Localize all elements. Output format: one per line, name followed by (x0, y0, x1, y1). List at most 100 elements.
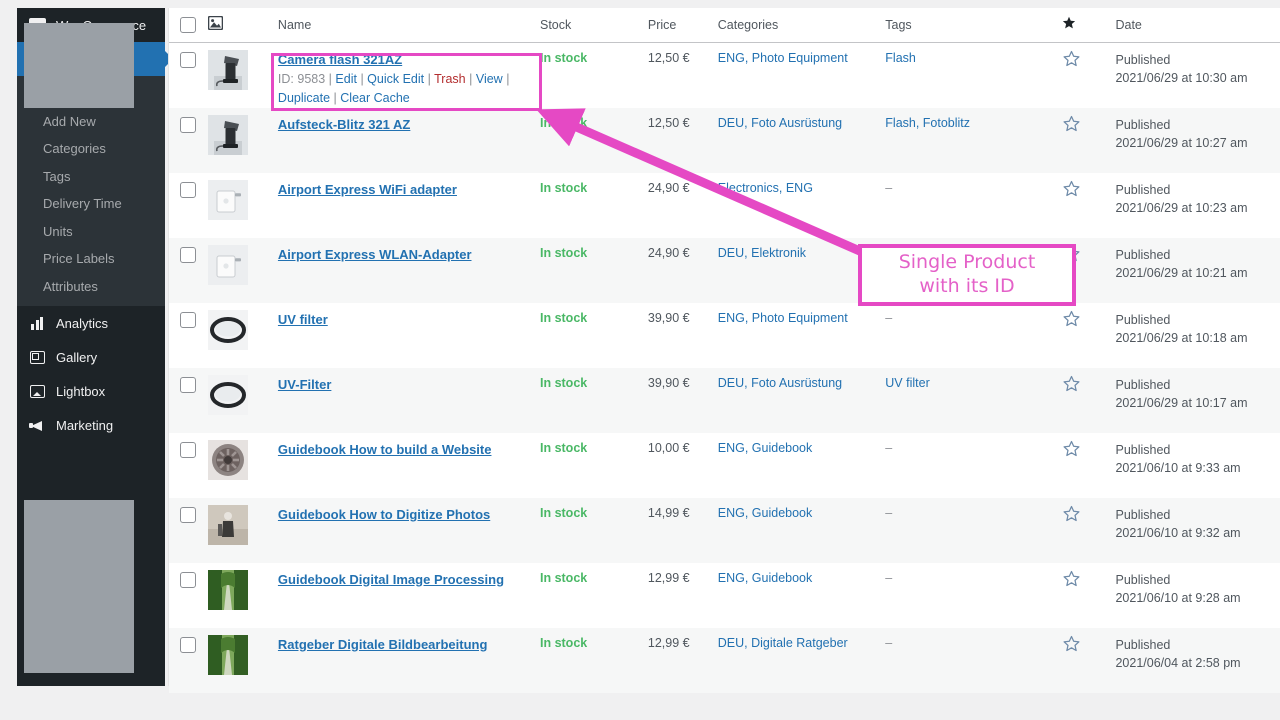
row-select-cell[interactable] (169, 433, 208, 498)
star-outline-icon[interactable] (1062, 115, 1081, 134)
table-row[interactable]: UV-FilterIn stock39,90 €DEU, Foto Ausrüs… (169, 368, 1280, 433)
table-row[interactable]: Camera flash 321AZID: 9583 | Edit | Quic… (169, 42, 1280, 108)
row-action-trash[interactable]: Trash (434, 72, 466, 86)
row-select-cell[interactable] (169, 42, 208, 108)
star-outline-icon[interactable] (1062, 505, 1081, 524)
row-checkbox[interactable] (180, 52, 196, 68)
product-categories[interactable]: ENG, Guidebook (718, 571, 813, 585)
submenu-item-delivery-time[interactable]: Delivery Time (17, 190, 165, 218)
row-featured-cell[interactable] (1062, 303, 1115, 368)
product-price: 14,99 € (648, 506, 690, 520)
row-select-cell[interactable] (169, 628, 208, 693)
table-row[interactable]: Airport Express WLAN-AdapterIn stock24,9… (169, 238, 1280, 303)
row-checkbox[interactable] (180, 312, 196, 328)
row-date-cell: Published2021/06/10 at 9:33 am (1115, 433, 1280, 498)
submenu-item-tags[interactable]: Tags (17, 163, 165, 191)
product-name-link[interactable]: UV filter (278, 311, 328, 329)
star-outline-icon[interactable] (1062, 50, 1081, 69)
product-name-link[interactable]: Aufsteck-Blitz 321 AZ (278, 116, 410, 134)
column-header-name[interactable]: Name (278, 8, 540, 42)
row-action-duplicate[interactable]: Duplicate (278, 91, 330, 105)
row-select-cell[interactable] (169, 498, 208, 563)
product-name-link[interactable]: Guidebook How to Digitize Photos (278, 506, 490, 524)
row-featured-cell[interactable] (1062, 563, 1115, 628)
product-categories[interactable]: DEU, Foto Ausrüstung (718, 116, 842, 130)
product-tags[interactable]: Flash, Fotoblitz (885, 116, 970, 130)
product-price: 12,99 € (648, 636, 690, 650)
row-select-cell[interactable] (169, 563, 208, 628)
star-outline-icon[interactable] (1062, 570, 1081, 589)
product-name-link[interactable]: Guidebook Digital Image Processing (278, 571, 504, 589)
row-action-clear-cache[interactable]: Clear Cache (340, 91, 409, 105)
column-header-price[interactable]: Price (648, 8, 718, 42)
row-featured-cell[interactable] (1062, 173, 1115, 238)
row-featured-cell[interactable] (1062, 628, 1115, 693)
row-select-cell[interactable] (169, 108, 208, 173)
table-row[interactable]: Guidebook How to build a WebsiteIn stock… (169, 433, 1280, 498)
table-row[interactable]: Guidebook Digital Image ProcessingIn sto… (169, 563, 1280, 628)
submenu-item-categories[interactable]: Categories (17, 135, 165, 163)
product-name-link[interactable]: Airport Express WiFi adapter (278, 181, 457, 199)
product-tags[interactable]: Flash (885, 51, 916, 65)
row-featured-cell[interactable] (1062, 108, 1115, 173)
product-name-link[interactable]: Ratgeber Digitale Bildbearbeitung (278, 636, 487, 654)
submenu-item-price-labels[interactable]: Price Labels (17, 245, 165, 273)
product-categories[interactable]: ENG, Photo Equipment (718, 51, 848, 65)
row-action-quick-edit[interactable]: Quick Edit (367, 72, 424, 86)
submenu-item-attributes[interactable]: Attributes (17, 273, 165, 301)
row-select-cell[interactable] (169, 238, 208, 303)
table-row[interactable]: Airport Express WiFi adapterIn stock24,9… (169, 173, 1280, 238)
product-categories[interactable]: DEU, Foto Ausrüstung (718, 376, 842, 390)
row-checkbox[interactable] (180, 442, 196, 458)
row-featured-cell[interactable] (1062, 42, 1115, 108)
column-header-tags: Tags (885, 8, 1062, 42)
row-checkbox[interactable] (180, 377, 196, 393)
column-header-featured[interactable] (1062, 8, 1115, 42)
row-checkbox[interactable] (180, 572, 196, 588)
star-outline-icon[interactable] (1062, 375, 1081, 394)
product-categories[interactable]: DEU, Digitale Ratgeber (718, 636, 848, 650)
table-row[interactable]: Ratgeber Digitale BildbearbeitungIn stoc… (169, 628, 1280, 693)
row-featured-cell[interactable] (1062, 433, 1115, 498)
row-checkbox[interactable] (180, 182, 196, 198)
row-checkbox[interactable] (180, 637, 196, 653)
star-outline-icon[interactable] (1062, 635, 1081, 654)
stock-status: In stock (540, 376, 587, 390)
product-tags[interactable]: UV filter (885, 376, 929, 390)
product-name-link[interactable]: Camera flash 321AZ (278, 51, 402, 69)
product-name-link[interactable]: Airport Express WLAN-Adapter (278, 246, 472, 264)
product-categories[interactable]: DEU, Elektronik (718, 246, 806, 260)
table-row[interactable]: Aufsteck-Blitz 321 AZIn stock12,50 €DEU,… (169, 108, 1280, 173)
product-categories[interactable]: Electronics, ENG (718, 181, 813, 195)
sidebar-item-marketing[interactable]: Marketing (17, 408, 165, 442)
column-header-date[interactable]: Date (1115, 8, 1280, 42)
product-name-link[interactable]: UV-Filter (278, 376, 331, 394)
row-featured-cell[interactable] (1062, 368, 1115, 433)
row-action-view[interactable]: View (476, 72, 503, 86)
select-all-checkbox[interactable] (180, 17, 196, 33)
table-row[interactable]: UV filterIn stock39,90 €ENG, Photo Equip… (169, 303, 1280, 368)
product-categories[interactable]: ENG, Guidebook (718, 441, 813, 455)
row-action-edit[interactable]: Edit (335, 72, 357, 86)
row-select-cell[interactable] (169, 173, 208, 238)
sidebar-item-gallery[interactable]: Gallery (17, 340, 165, 374)
star-outline-icon[interactable] (1062, 440, 1081, 459)
sidebar-item-analytics[interactable]: Analytics (17, 306, 165, 340)
product-categories[interactable]: ENG, Guidebook (718, 506, 813, 520)
sidebar-item-lightbox[interactable]: Lightbox (17, 374, 165, 408)
submenu-item-units[interactable]: Units (17, 218, 165, 246)
table-row[interactable]: Guidebook How to Digitize PhotosIn stock… (169, 498, 1280, 563)
row-checkbox[interactable] (180, 247, 196, 263)
row-featured-cell[interactable] (1062, 498, 1115, 563)
select-all-header[interactable] (169, 8, 208, 42)
row-checkbox[interactable] (180, 117, 196, 133)
star-outline-icon[interactable] (1062, 180, 1081, 199)
star-outline-icon[interactable] (1062, 310, 1081, 329)
product-tags: – (885, 441, 892, 455)
product-categories[interactable]: ENG, Photo Equipment (718, 311, 848, 325)
submenu-item-add-new[interactable]: Add New (17, 108, 165, 136)
row-select-cell[interactable] (169, 368, 208, 433)
product-name-link[interactable]: Guidebook How to build a Website (278, 441, 492, 459)
row-select-cell[interactable] (169, 303, 208, 368)
row-checkbox[interactable] (180, 507, 196, 523)
